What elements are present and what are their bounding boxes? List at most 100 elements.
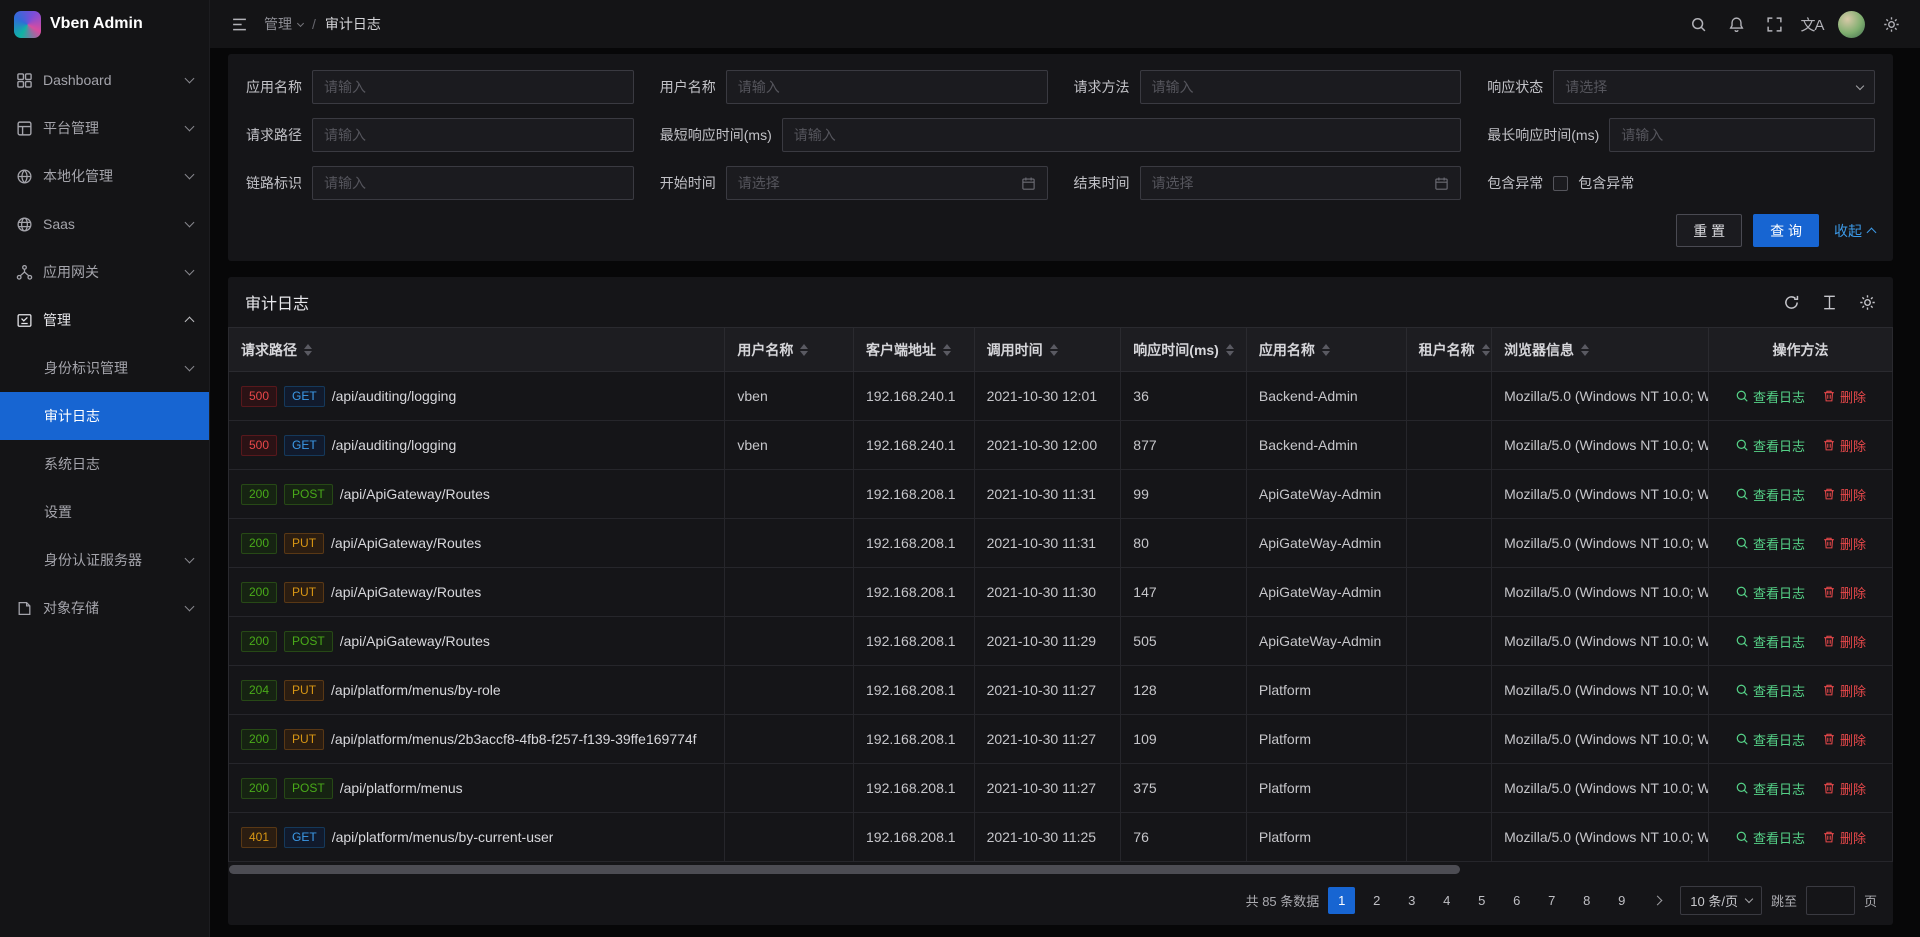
view-log-button[interactable]: 查看日志	[1735, 583, 1805, 602]
breadcrumb-parent[interactable]: 管理	[264, 14, 303, 34]
sort-desc-icon	[1322, 351, 1330, 356]
page-button-1[interactable]: 1	[1328, 887, 1355, 914]
column-header-time[interactable]: 调用时间	[975, 328, 1122, 372]
column-header-client[interactable]: 客户端地址	[854, 328, 975, 372]
sort-icon[interactable]	[1226, 344, 1234, 356]
app-logo[interactable]: Vben Admin	[0, 0, 209, 48]
sort-icon[interactable]	[1482, 344, 1490, 356]
delete-button[interactable]: 删除	[1822, 632, 1866, 651]
page-button-9[interactable]: 9	[1608, 887, 1635, 914]
response-status-select[interactable]: 请选择	[1553, 70, 1875, 104]
include-exception-checkbox[interactable]	[1553, 176, 1568, 191]
translate-icon[interactable]: 文A	[1795, 0, 1829, 48]
start-time-picker[interactable]: 请选择	[726, 166, 1048, 200]
sidebar-subitem-audit-log[interactable]: 审计日志	[0, 392, 209, 440]
horizontal-scrollbar[interactable]	[229, 865, 1892, 877]
sidebar-item-object-storage[interactable]: 对象存储	[0, 584, 209, 632]
cell-text: Mozilla/5.0 (Windows NT 10.0; Win	[1504, 829, 1709, 845]
view-log-label: 查看日志	[1753, 583, 1805, 602]
next-page-button[interactable]	[1644, 887, 1671, 914]
settings-gear-icon[interactable]	[1874, 0, 1908, 48]
request-method-input[interactable]	[1152, 79, 1450, 95]
view-log-button[interactable]: 查看日志	[1735, 681, 1805, 700]
notification-bell-icon[interactable]	[1719, 0, 1753, 48]
delete-button[interactable]: 删除	[1822, 485, 1866, 504]
sidebar-subitem-auth-server[interactable]: 身份认证服务器	[0, 536, 209, 584]
column-header-user[interactable]: 用户名称	[725, 328, 854, 372]
view-log-button[interactable]: 查看日志	[1735, 779, 1805, 798]
total-count: 共 85 条数据	[1246, 891, 1320, 910]
delete-button[interactable]: 删除	[1822, 583, 1866, 602]
delete-button[interactable]: 删除	[1822, 828, 1866, 847]
page-button-8[interactable]: 8	[1573, 887, 1600, 914]
jump-page-input[interactable]	[1806, 886, 1855, 915]
sort-icon[interactable]	[800, 344, 808, 356]
view-log-label: 查看日志	[1753, 485, 1805, 504]
delete-label: 删除	[1840, 730, 1866, 749]
delete-button[interactable]: 删除	[1822, 436, 1866, 455]
page-button-2[interactable]: 2	[1363, 887, 1390, 914]
pagination: 共 85 条数据 123456789 10 条/页 跳至 页	[228, 879, 1893, 921]
delete-button[interactable]: 删除	[1822, 730, 1866, 749]
column-header-app[interactable]: 应用名称	[1247, 328, 1407, 372]
view-log-button[interactable]: 查看日志	[1735, 828, 1805, 847]
cell-text: Mozilla/5.0 (Windows NT 10.0; Win	[1504, 780, 1709, 796]
sidebar-subitem-system-log[interactable]: 系统日志	[0, 440, 209, 488]
column-header-browser[interactable]: 浏览器信息	[1492, 328, 1709, 372]
view-log-button[interactable]: 查看日志	[1735, 534, 1805, 553]
sidebar-item-platform[interactable]: 平台管理	[0, 104, 209, 152]
user-name-input[interactable]	[738, 79, 1036, 95]
app-name-input[interactable]	[324, 79, 622, 95]
page-button-5[interactable]: 5	[1468, 887, 1495, 914]
page-button-7[interactable]: 7	[1538, 887, 1565, 914]
row-height-icon[interactable]	[1821, 294, 1838, 311]
search-icon[interactable]	[1681, 0, 1715, 48]
column-header-path[interactable]: 请求路径	[229, 328, 725, 372]
user-avatar[interactable]	[1838, 11, 1865, 38]
table-cell-time: 2021-10-30 11:31	[975, 519, 1122, 568]
delete-button[interactable]: 删除	[1822, 779, 1866, 798]
status-code-badge: 500	[241, 386, 277, 407]
sort-icon[interactable]	[1050, 344, 1058, 356]
sort-icon[interactable]	[943, 344, 951, 356]
sort-icon[interactable]	[1322, 344, 1330, 356]
sidebar-item-manage[interactable]: 管理	[0, 296, 209, 344]
refresh-icon[interactable]	[1783, 294, 1800, 311]
sort-icon[interactable]	[1581, 344, 1589, 356]
fullscreen-icon[interactable]	[1757, 0, 1791, 48]
min-response-time-input[interactable]	[794, 127, 1450, 143]
page-button-4[interactable]: 4	[1433, 887, 1460, 914]
delete-button[interactable]: 删除	[1822, 681, 1866, 700]
max-response-time-input[interactable]	[1621, 127, 1863, 143]
sidebar-item-dashboard[interactable]: Dashboard	[0, 56, 209, 104]
sort-desc-icon	[1482, 351, 1490, 356]
column-settings-icon[interactable]	[1859, 294, 1876, 311]
delete-button[interactable]: 删除	[1822, 387, 1866, 406]
collapse-sidebar-icon[interactable]	[222, 0, 256, 48]
delete-button[interactable]: 删除	[1822, 534, 1866, 553]
column-header-tenant[interactable]: 租户名称	[1407, 328, 1492, 372]
end-time-picker[interactable]: 请选择	[1140, 166, 1462, 200]
sort-icon[interactable]	[304, 344, 312, 356]
view-log-button[interactable]: 查看日志	[1735, 730, 1805, 749]
query-button[interactable]: 查 询	[1753, 214, 1819, 247]
sidebar-subitem-settings[interactable]: 设置	[0, 488, 209, 536]
sidebar-item-saas[interactable]: Saas	[0, 200, 209, 248]
collapse-filters-link[interactable]: 收起	[1834, 221, 1875, 241]
reset-button[interactable]: 重 置	[1676, 214, 1742, 247]
scrollbar-thumb[interactable]	[229, 865, 1460, 874]
view-log-button[interactable]: 查看日志	[1735, 436, 1805, 455]
cell-text: 128	[1133, 682, 1156, 698]
page-button-6[interactable]: 6	[1503, 887, 1530, 914]
sidebar-item-gateway[interactable]: 应用网关	[0, 248, 209, 296]
column-header-duration[interactable]: 响应时间(ms)	[1121, 328, 1247, 372]
view-log-button[interactable]: 查看日志	[1735, 485, 1805, 504]
view-log-button[interactable]: 查看日志	[1735, 632, 1805, 651]
sidebar-subitem-identity[interactable]: 身份标识管理	[0, 344, 209, 392]
trace-id-input[interactable]	[324, 175, 622, 191]
view-log-button[interactable]: 查看日志	[1735, 387, 1805, 406]
page-button-3[interactable]: 3	[1398, 887, 1425, 914]
page-size-select[interactable]: 10 条/页	[1680, 886, 1762, 915]
request-path-input[interactable]	[324, 127, 622, 143]
sidebar-item-localization[interactable]: 本地化管理	[0, 152, 209, 200]
